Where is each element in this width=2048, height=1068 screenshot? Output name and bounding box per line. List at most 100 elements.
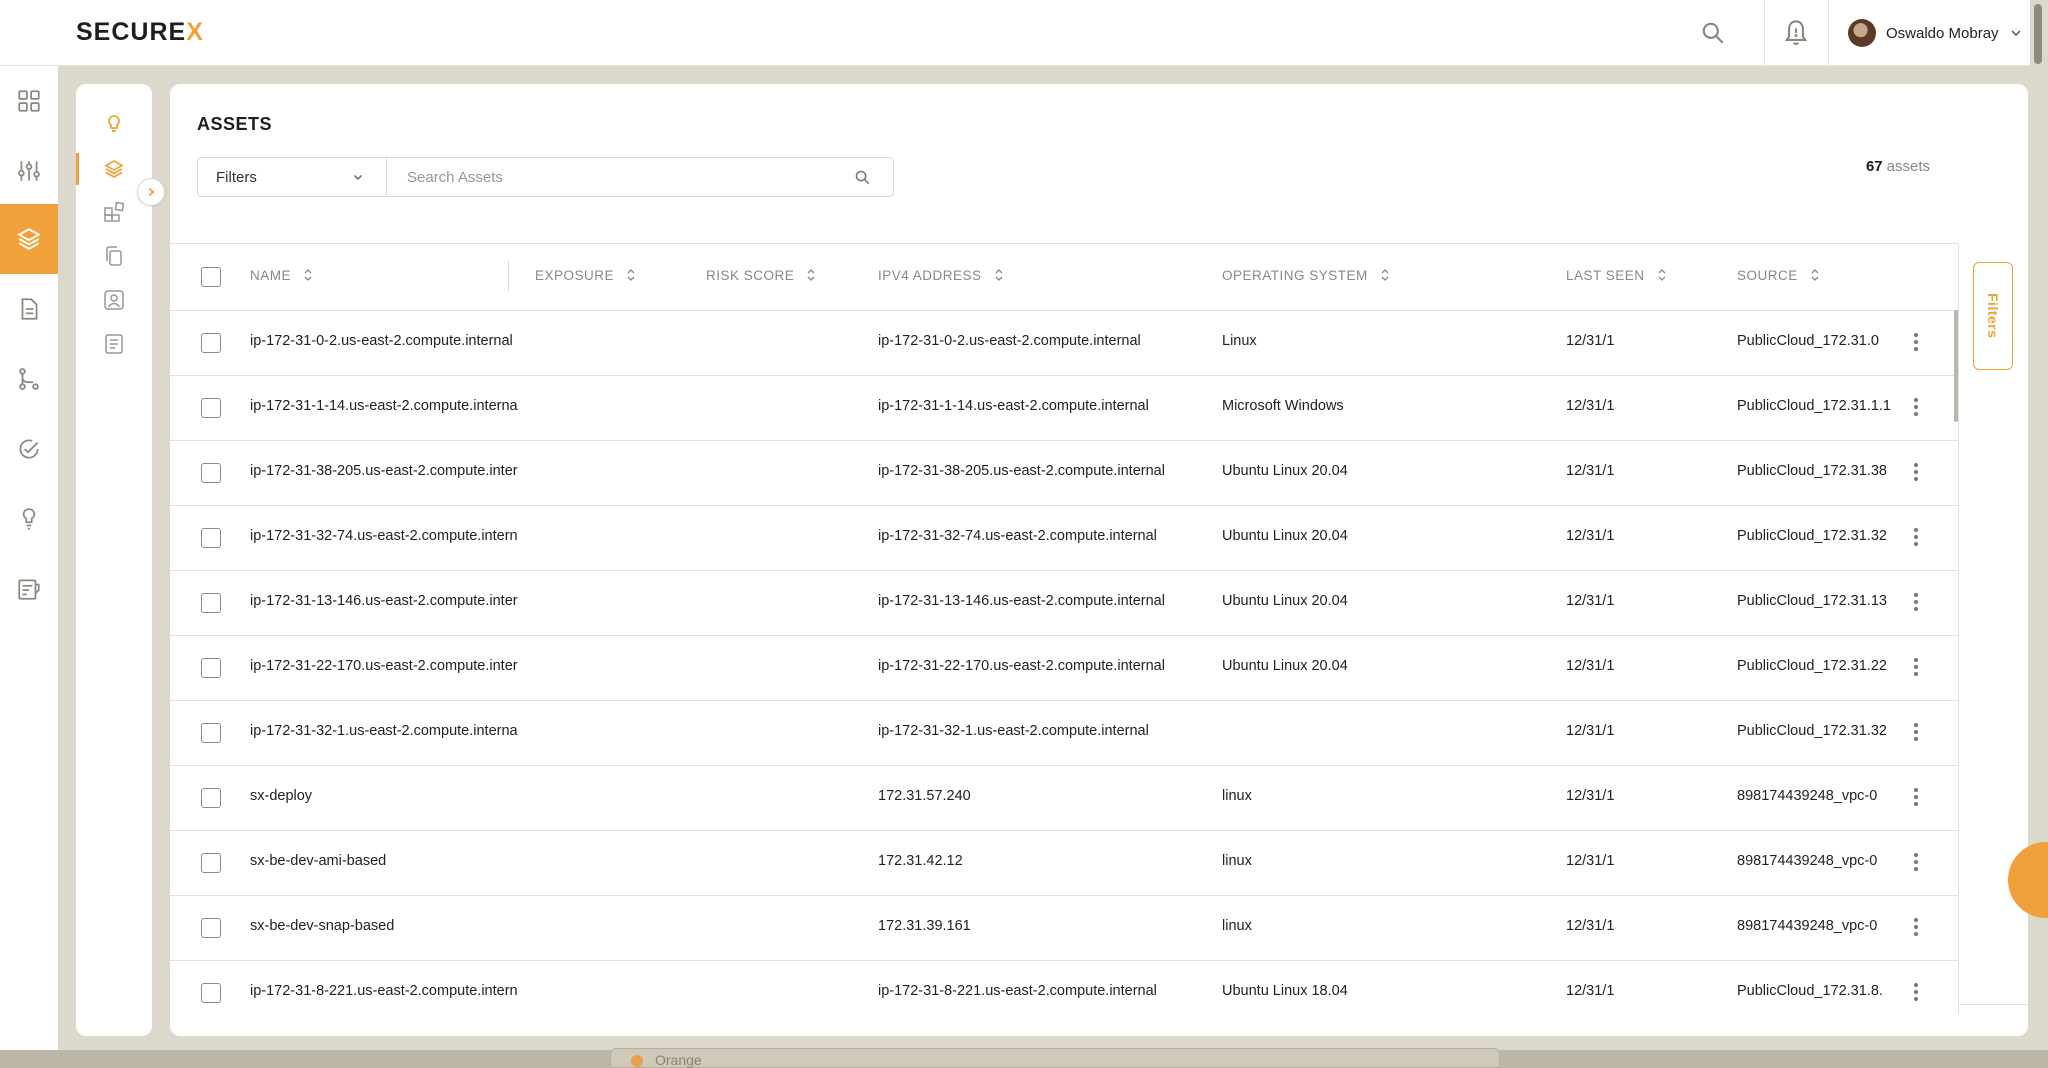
last-seen: 12/31/1	[1566, 528, 1615, 544]
nav-item-controls[interactable]	[0, 136, 58, 206]
operating-system: Ubuntu Linux 18.04	[1222, 983, 1348, 999]
subnav-item-copies[interactable]	[76, 234, 152, 278]
asset-name[interactable]: ip-172-31-32-1.us-east-2.compute.interna…	[250, 723, 518, 739]
table-row[interactable]: ip-172-31-32-1.us-east-2.compute.interna…	[170, 701, 1958, 766]
column-header-risk-score[interactable]: RISK SCORE	[706, 267, 816, 283]
column-resize-handle[interactable]	[508, 260, 509, 292]
sliders-icon	[18, 161, 40, 181]
asset-name[interactable]: sx-deploy	[250, 788, 518, 804]
table-row[interactable]: sx-be-dev-ami-based 172.31.42.12 linux 1…	[170, 831, 1958, 896]
assets-panel: ASSETS Filters 67assets NAME EXPOSURE RI…	[170, 84, 2028, 1036]
sort-icon	[627, 269, 635, 281]
more-options-icon[interactable]	[1913, 396, 1919, 418]
search-input[interactable]	[387, 158, 827, 196]
user-card-icon	[104, 290, 124, 310]
column-header-os[interactable]: OPERATING SYSTEM	[1222, 267, 1390, 283]
app-logo[interactable]: SECUREX	[76, 18, 204, 47]
source: PublicCloud_172.31.32	[1737, 528, 1887, 544]
row-checkbox[interactable]	[201, 333, 221, 353]
chevron-down-icon	[2010, 30, 2021, 37]
row-checkbox[interactable]	[201, 788, 221, 808]
chevron-right-icon	[148, 187, 155, 197]
table-row[interactable]: ip-172-31-22-170.us-east-2.compute.inter…	[170, 636, 1958, 701]
collapse-toggle-button[interactable]	[137, 178, 165, 206]
row-checkbox[interactable]	[201, 528, 221, 548]
table-row[interactable]: ip-172-31-0-2.us-east-2.compute.internal…	[170, 311, 1958, 376]
source: 898174439248_vpc-0	[1737, 918, 1878, 934]
nav-item-workflow[interactable]	[0, 344, 58, 414]
table-row[interactable]: ip-172-31-13-146.us-east-2.compute.inter…	[170, 571, 1958, 636]
asset-name[interactable]: ip-172-31-0-2.us-east-2.compute.internal	[250, 333, 518, 349]
bell-icon[interactable]	[1782, 18, 1810, 48]
row-checkbox[interactable]	[201, 983, 221, 1003]
last-seen: 12/31/1	[1566, 723, 1615, 739]
last-seen: 12/31/1	[1566, 853, 1615, 869]
list-doc-icon	[105, 334, 123, 354]
source: 898174439248_vpc-0	[1737, 853, 1878, 869]
nav-item-insights[interactable]	[0, 484, 58, 554]
column-header-exposure[interactable]: EXPOSURE	[535, 267, 636, 283]
nav-item-reports[interactable]	[0, 554, 58, 624]
ipv4-address: ip-172-31-1-14.us-east-2.compute.interna…	[878, 398, 1149, 414]
apps-icon	[104, 201, 125, 222]
scrollbar-thumb[interactable]	[2034, 4, 2042, 64]
table-row[interactable]: ip-172-31-38-205.us-east-2.compute.inter…	[170, 441, 1958, 506]
more-options-icon[interactable]	[1913, 916, 1919, 938]
asset-name[interactable]: sx-be-dev-ami-based	[250, 853, 518, 869]
main-nav	[0, 66, 58, 1050]
user-menu[interactable]: Oswaldo Mobray	[1848, 18, 2023, 48]
search-icon[interactable]	[1700, 20, 1726, 46]
subnav-item-lists[interactable]	[76, 322, 152, 366]
filters-dropdown[interactable]: Filters	[197, 157, 387, 197]
filters-panel-toggle[interactable]: Filters	[1973, 262, 2013, 370]
more-options-icon[interactable]	[1913, 721, 1919, 743]
table-row[interactable]: sx-be-dev-snap-based 172.31.39.161 linux…	[170, 896, 1958, 961]
row-checkbox[interactable]	[201, 853, 221, 873]
asset-count: 67 assets	[1865, 158, 1930, 175]
asset-name[interactable]: ip-172-31-13-146.us-east-2.compute.inter…	[250, 593, 518, 609]
ipv4-address: 172.31.39.161	[878, 918, 971, 934]
table-row[interactable]: ip-172-31-8-221.us-east-2.compute.intern…	[170, 961, 1958, 1026]
row-checkbox[interactable]	[201, 398, 221, 418]
search-icon[interactable]	[854, 169, 871, 186]
sort-icon	[1811, 269, 1819, 281]
more-options-icon[interactable]	[1913, 526, 1919, 548]
asset-name[interactable]: sx-be-dev-snap-based	[250, 918, 518, 934]
ipv4-address: ip-172-31-38-205.us-east-2.compute.inter…	[878, 463, 1165, 479]
sort-icon	[807, 269, 815, 281]
asset-name[interactable]: ip-172-31-8-221.us-east-2.compute.intern…	[250, 983, 518, 999]
subnav-item-ideas[interactable]	[76, 102, 152, 146]
subnav-item-users[interactable]	[76, 278, 152, 322]
table-row[interactable]: ip-172-31-1-14.us-east-2.compute.interna…	[170, 376, 1958, 441]
row-checkbox[interactable]	[201, 463, 221, 483]
nav-item-documents[interactable]	[0, 274, 58, 344]
more-options-icon[interactable]	[1913, 591, 1919, 613]
column-header-name[interactable]: NAME	[250, 267, 313, 283]
select-all-checkbox[interactable]	[201, 267, 221, 287]
more-options-icon[interactable]	[1913, 331, 1919, 353]
column-header-last-seen[interactable]: LAST SEEN	[1566, 267, 1667, 283]
more-options-icon[interactable]	[1913, 981, 1919, 1003]
more-options-icon[interactable]	[1913, 786, 1919, 808]
asset-name[interactable]: ip-172-31-1-14.us-east-2.compute.interna…	[250, 398, 518, 414]
row-checkbox[interactable]	[201, 593, 221, 613]
nav-item-compliance[interactable]	[0, 414, 58, 484]
more-options-icon[interactable]	[1913, 851, 1919, 873]
ipv4-address: ip-172-31-32-74.us-east-2.compute.intern…	[878, 528, 1157, 544]
asset-name[interactable]: ip-172-31-32-74.us-east-2.compute.intern…	[250, 528, 518, 544]
row-checkbox[interactable]	[201, 918, 221, 938]
table-row[interactable]: sx-deploy 172.31.57.240 linux 12/31/1 89…	[170, 766, 1958, 831]
column-header-ipv4[interactable]: IPV4 ADDRESS	[878, 267, 1004, 283]
row-checkbox[interactable]	[201, 723, 221, 743]
column-header-source[interactable]: SOURCE	[1737, 267, 1820, 283]
nav-item-dashboard[interactable]	[0, 66, 58, 136]
asset-name[interactable]: ip-172-31-38-205.us-east-2.compute.inter…	[250, 463, 518, 479]
layers-icon	[104, 159, 124, 179]
nav-item-assets[interactable]	[0, 204, 58, 274]
table-row[interactable]: ip-172-31-32-74.us-east-2.compute.intern…	[170, 506, 1958, 571]
row-checkbox[interactable]	[201, 658, 221, 678]
operating-system: linux	[1222, 853, 1252, 869]
more-options-icon[interactable]	[1913, 656, 1919, 678]
asset-name[interactable]: ip-172-31-22-170.us-east-2.compute.inter…	[250, 658, 518, 674]
more-options-icon[interactable]	[1913, 461, 1919, 483]
